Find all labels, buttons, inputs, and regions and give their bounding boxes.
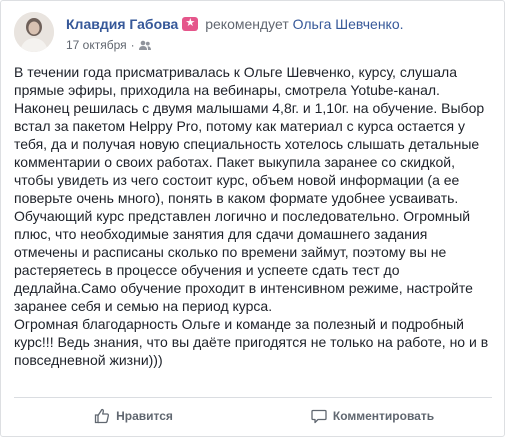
- like-label: Нравится: [116, 409, 173, 423]
- post-body-line: Наконец решилась с двумя малышами 4,8г. …: [14, 100, 485, 116]
- friends-icon[interactable]: [138, 40, 151, 54]
- comment-button[interactable]: Комментировать: [253, 398, 492, 434]
- post-body-line: Обучающий курс представлен логично и пос…: [14, 208, 471, 224]
- post-title-line: Клавдия Габова ★ рекомендует Ольга Шевчен…: [66, 16, 404, 32]
- post-actions: Нравится Комментировать: [14, 398, 492, 434]
- post-body-line: В течении года присматривалась к Ольге Ш…: [14, 64, 457, 80]
- post-date[interactable]: 17 октября: [66, 38, 127, 52]
- star-recommendation-icon: ★: [182, 17, 199, 31]
- post-body-line: чтобы увидеть из чего состоит курс, объе…: [14, 172, 460, 188]
- review-post-card: Клавдия Габова ★ рекомендует Ольга Шевчен…: [0, 0, 505, 437]
- post-body-line: растеряетесь в процессе обучения и успее…: [14, 262, 400, 278]
- post-body-line: прямые эфиры, приходила на вебинары, смо…: [14, 82, 440, 98]
- post-body-line: дедлайна.Само обучение проходит в интенс…: [14, 280, 473, 296]
- thumbs-up-icon: [94, 408, 110, 424]
- post-header: Клавдия Габова ★ рекомендует Ольга Шевчен…: [14, 12, 494, 58]
- comment-label: Комментировать: [332, 409, 435, 423]
- post-body-line: Огромная благодарность Ольге и команде з…: [14, 316, 464, 332]
- post-meta: 17 октября ·: [66, 38, 151, 54]
- post-body-line: поверьте очень много), понять в каком фо…: [14, 190, 459, 206]
- author-name[interactable]: Клавдия Габова: [66, 16, 178, 32]
- comment-icon: [311, 409, 327, 424]
- post-body-line: повседневной жизни))): [14, 352, 163, 368]
- post-body-line: заранее себя и семью на период курса.: [14, 298, 273, 314]
- post-body-line: встал за пакетом Helppy Pro, потому как …: [14, 118, 465, 134]
- avatar[interactable]: [14, 12, 54, 52]
- post-body-line: плюс, что необходимые занятия для сдачи …: [14, 226, 428, 242]
- recommends-text: рекомендует: [205, 16, 289, 32]
- post-body-line: отмечены и расписаны сколько по времени …: [14, 244, 447, 260]
- like-button[interactable]: Нравится: [14, 398, 253, 434]
- post-body-line: курс!!! Ведь знания, что вы даёте пригод…: [14, 334, 489, 350]
- post-body-line: комментарии о своих работах. Пакет выкуп…: [14, 154, 456, 170]
- post-body-line: тебя, да и получая новую специальность х…: [14, 136, 480, 152]
- recommended-page-name[interactable]: Ольга Шевченко.: [293, 16, 404, 32]
- post-body: В течении года присматривалась к Ольге Ш…: [14, 63, 492, 369]
- meta-separator: ·: [130, 38, 135, 52]
